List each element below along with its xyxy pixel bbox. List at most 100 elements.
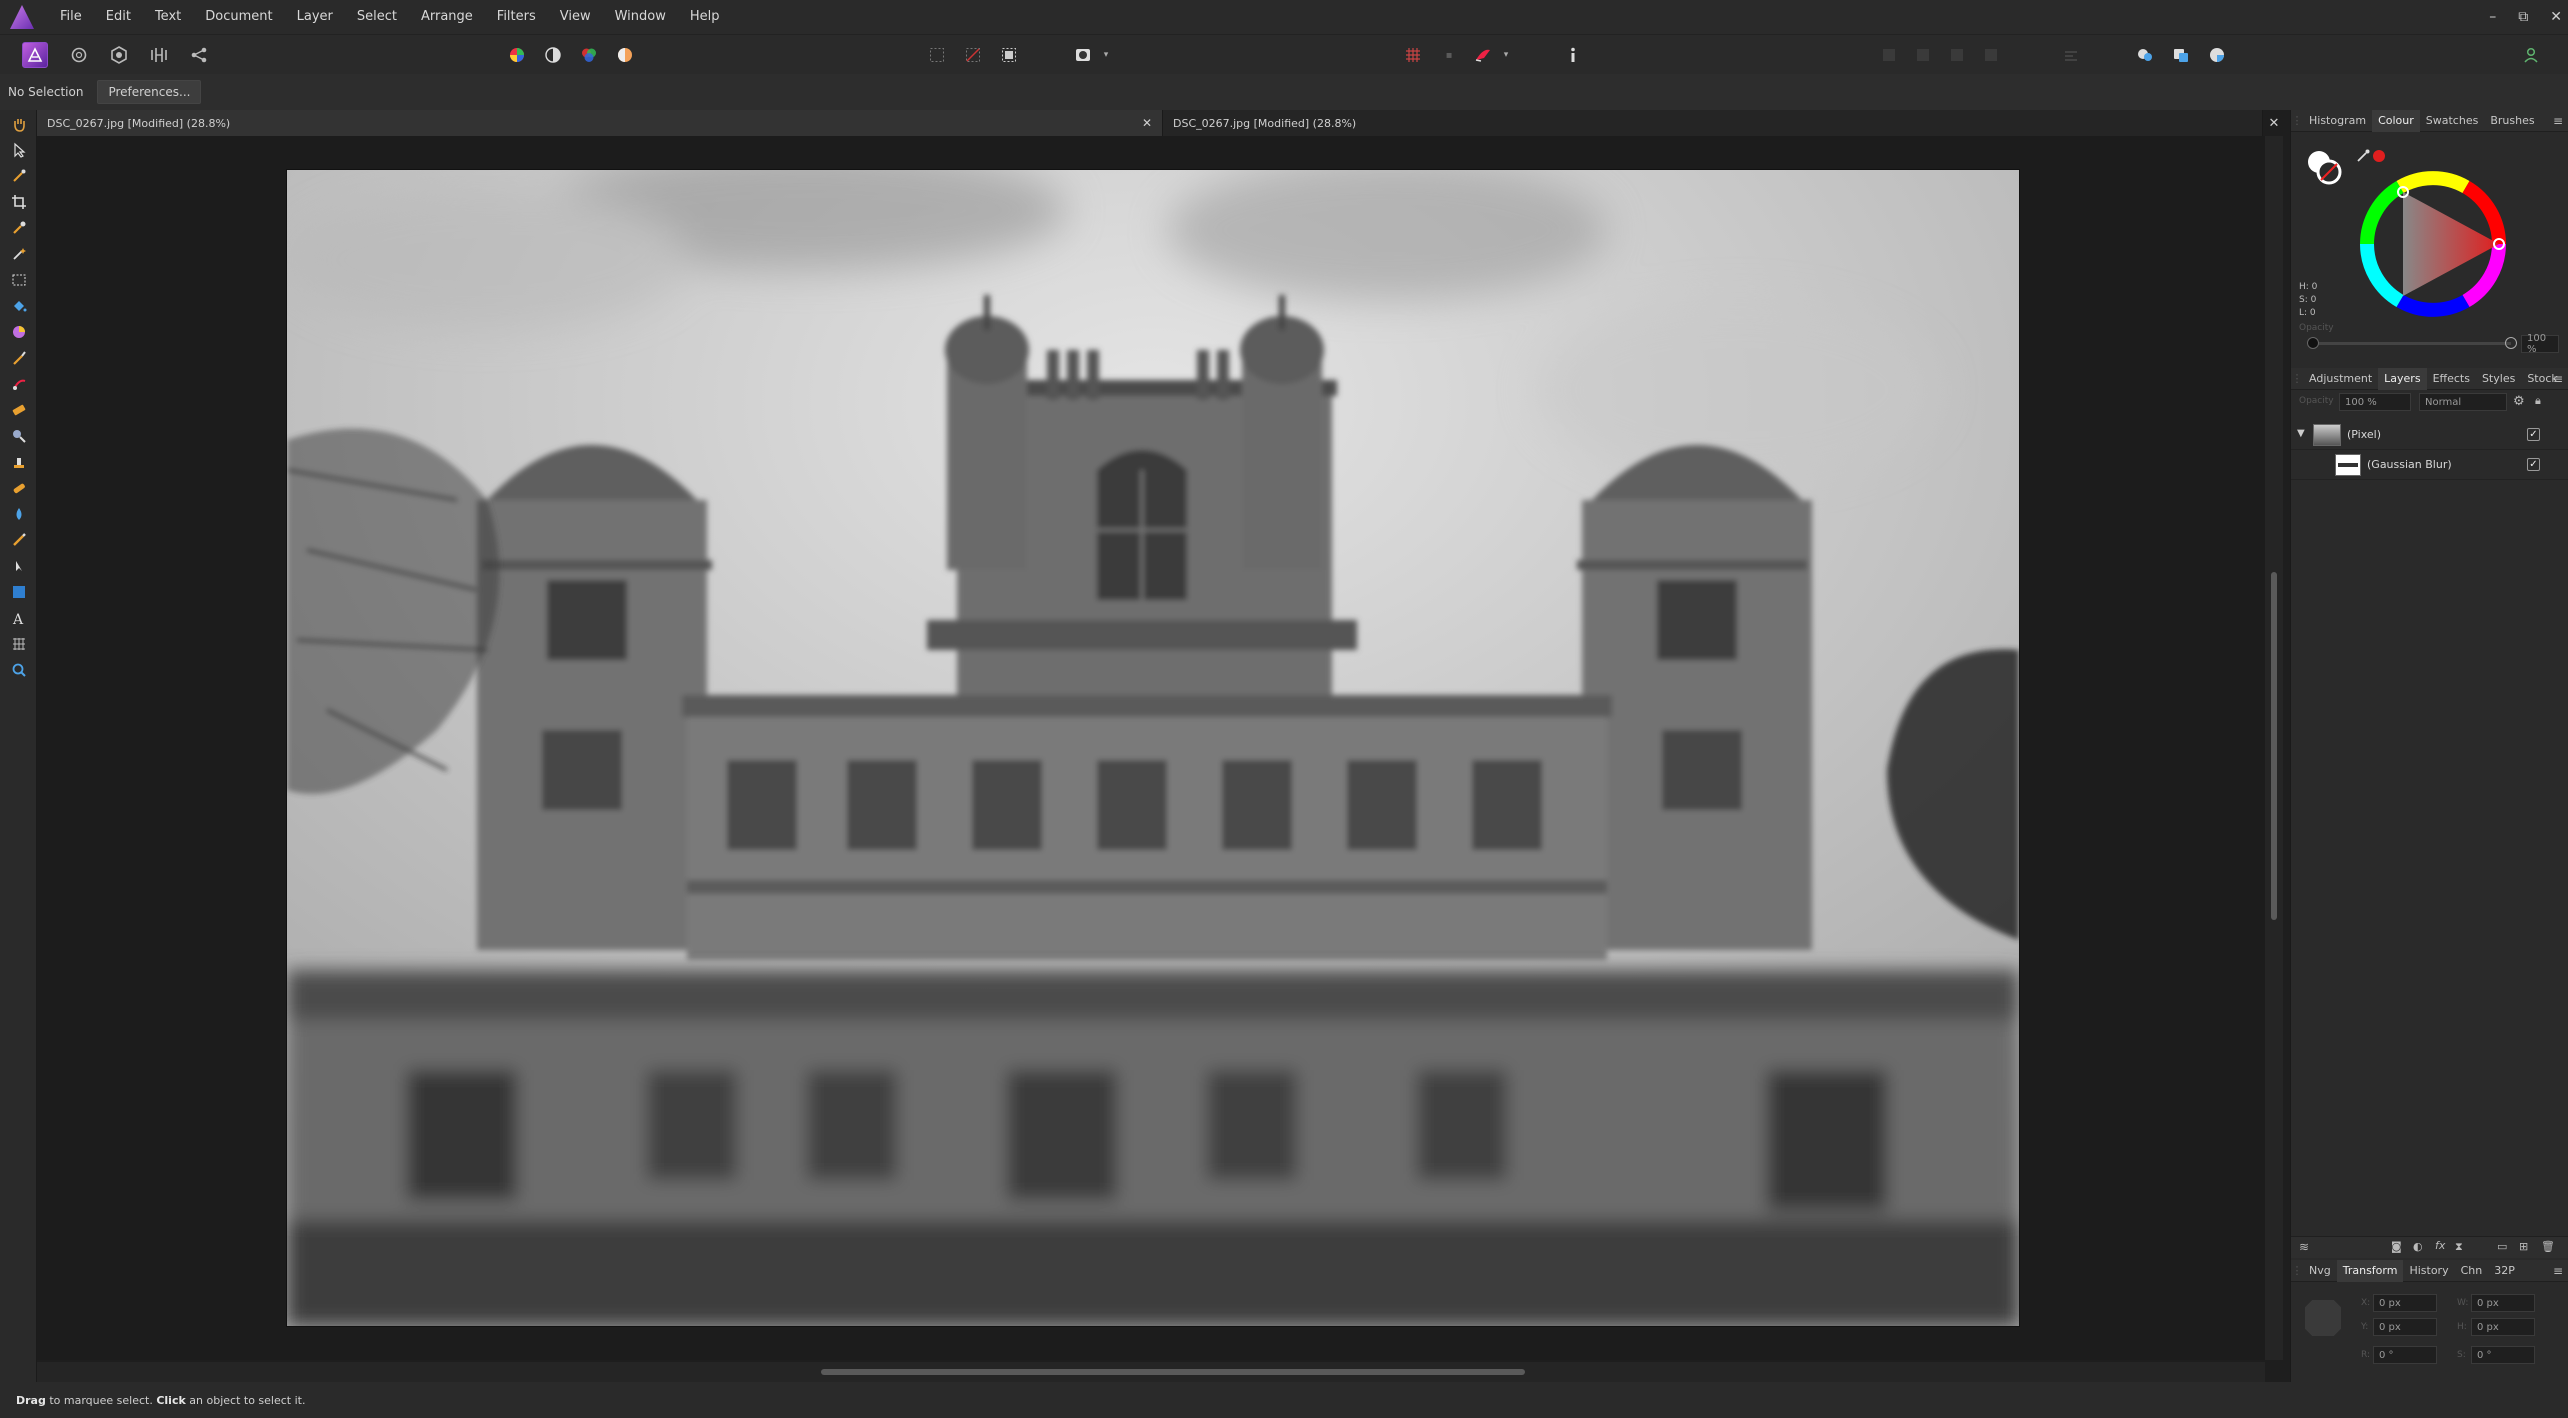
fx-icon[interactable]: fx bbox=[2435, 1239, 2445, 1252]
menu-window[interactable]: Window bbox=[603, 0, 678, 34]
align-button-4[interactable] bbox=[1978, 42, 2004, 68]
menu-text[interactable]: Text bbox=[143, 0, 193, 34]
tab-histogram[interactable]: Histogram bbox=[2303, 110, 2372, 132]
folder-icon[interactable]: ▭ bbox=[2497, 1240, 2507, 1253]
panel-menu-icon[interactable]: ≡ bbox=[2553, 1264, 2563, 1278]
blend-mode-select[interactable]: Normal bbox=[2419, 393, 2507, 411]
document-tab[interactable]: DSC_0267.jpg [Modified] (28.8%) bbox=[1163, 110, 2263, 136]
close-window-button[interactable]: ✕ bbox=[2550, 9, 2562, 25]
tab-colour[interactable]: Colour bbox=[2372, 109, 2420, 132]
dodge-tool[interactable] bbox=[6, 398, 32, 422]
w-field[interactable]: 0 px bbox=[2471, 1294, 2535, 1312]
h-field[interactable]: 0 px bbox=[2471, 1318, 2535, 1336]
panel-grip-icon[interactable]: ⋮ bbox=[2291, 372, 2303, 385]
layer-visibility-checkbox[interactable]: ✓ bbox=[2527, 428, 2540, 441]
export-persona-button[interactable] bbox=[186, 42, 212, 68]
mask-layer-icon[interactable]: ◙ bbox=[2391, 1240, 2402, 1253]
auto-white-balance-button[interactable] bbox=[612, 42, 638, 68]
align-button-2[interactable] bbox=[1910, 42, 1936, 68]
horizontal-scrollbar[interactable] bbox=[37, 1362, 2265, 1382]
boolean-add-button[interactable] bbox=[2132, 42, 2158, 68]
auto-colours-button[interactable] bbox=[576, 42, 602, 68]
tab-styles[interactable]: Styles bbox=[2476, 368, 2521, 390]
zoom-tool[interactable] bbox=[6, 658, 32, 682]
document-image[interactable] bbox=[287, 170, 2019, 1326]
panel-menu-icon[interactable]: ≡ bbox=[2553, 114, 2563, 128]
menu-filters[interactable]: Filters bbox=[485, 0, 548, 34]
align-button-1[interactable] bbox=[1876, 42, 1902, 68]
quick-mask-button[interactable] bbox=[1070, 42, 1096, 68]
lock-icon[interactable]: 🔒︎ bbox=[2535, 394, 2541, 408]
rotation-field[interactable]: 0 ° bbox=[2373, 1346, 2437, 1364]
trash-icon[interactable]: 🗑︎ bbox=[2541, 1240, 2555, 1253]
panel-menu-icon[interactable]: ≡ bbox=[2553, 372, 2563, 386]
shear-field[interactable]: 0 ° bbox=[2471, 1346, 2535, 1364]
tab-channels[interactable]: Chn bbox=[2455, 1260, 2489, 1282]
anchor-selector[interactable] bbox=[2305, 1300, 2341, 1336]
tab-transform[interactable]: Transform bbox=[2336, 1259, 2404, 1282]
vertical-scroll-thumb[interactable] bbox=[2271, 572, 2277, 920]
selection-brush-tool[interactable] bbox=[6, 216, 32, 240]
panel-grip-icon[interactable]: ⋮ bbox=[2291, 114, 2303, 127]
tab-effects[interactable]: Effects bbox=[2427, 368, 2476, 390]
gradient-tool[interactable] bbox=[6, 320, 32, 344]
menu-file[interactable]: File bbox=[48, 0, 94, 34]
tab-close-icon[interactable]: ✕ bbox=[1142, 116, 1152, 130]
info-button[interactable] bbox=[1560, 42, 1586, 68]
auto-contrast-button[interactable] bbox=[540, 42, 566, 68]
flood-select-tool[interactable] bbox=[6, 242, 32, 266]
menu-edit[interactable]: Edit bbox=[94, 0, 143, 34]
x-field[interactable]: 0 px bbox=[2373, 1294, 2437, 1312]
menu-arrange[interactable]: Arrange bbox=[409, 0, 485, 34]
align-button-3[interactable] bbox=[1944, 42, 1970, 68]
menu-layer[interactable]: Layer bbox=[285, 0, 345, 34]
marquee-tool[interactable] bbox=[6, 268, 32, 292]
tab-swatches[interactable]: Swatches bbox=[2420, 110, 2485, 132]
view-tool[interactable] bbox=[6, 112, 32, 136]
invert-selection-button[interactable] bbox=[996, 42, 1022, 68]
tone-mapping-persona-button[interactable] bbox=[146, 42, 172, 68]
menu-view[interactable]: View bbox=[548, 0, 603, 34]
menu-help[interactable]: Help bbox=[678, 0, 732, 34]
boolean-subtract-button[interactable] bbox=[2168, 42, 2194, 68]
account-button[interactable] bbox=[2518, 42, 2544, 68]
canvas-area[interactable] bbox=[37, 136, 2265, 1360]
clone-brush-tool[interactable] bbox=[6, 450, 32, 474]
preferences-button[interactable]: Preferences... bbox=[97, 80, 202, 104]
healing-brush-tool[interactable] bbox=[6, 476, 32, 500]
opacity-slider[interactable] bbox=[2311, 342, 2511, 345]
fill-stroke-swatch[interactable] bbox=[2305, 148, 2345, 192]
photo-persona-button[interactable] bbox=[22, 42, 48, 68]
layer-row-pixel[interactable]: ▼ (Pixel) ✓ bbox=[2291, 420, 2568, 450]
add-layer-icon[interactable]: ⊞ bbox=[2519, 1240, 2528, 1253]
panel-grip-icon[interactable]: ⋮ bbox=[2291, 1264, 2303, 1277]
adjustment-icon[interactable]: ◐ bbox=[2413, 1240, 2423, 1253]
menu-select[interactable]: Select bbox=[345, 0, 409, 34]
live-filter-icon[interactable]: ⧗ bbox=[2455, 1240, 2463, 1254]
colour-wheel[interactable] bbox=[2353, 164, 2513, 328]
layers-stack-icon[interactable]: ≋ bbox=[2299, 1240, 2309, 1254]
vertical-scrollbar[interactable] bbox=[2265, 136, 2283, 1360]
tab-layers[interactable]: Layers bbox=[2378, 367, 2427, 390]
quick-mask-dropdown-icon[interactable]: ▾ bbox=[1100, 42, 1112, 68]
layer-row-gaussian-blur[interactable]: (Gaussian Blur) ✓ bbox=[2291, 450, 2568, 480]
tab-navigator[interactable]: Nvg bbox=[2303, 1260, 2337, 1282]
node-tool[interactable] bbox=[6, 554, 32, 578]
snapping-options-button[interactable]: ▪ bbox=[1436, 42, 1462, 68]
smudge-tool[interactable] bbox=[6, 424, 32, 448]
mesh-warp-tool[interactable] bbox=[6, 632, 32, 656]
minimize-button[interactable]: – bbox=[2489, 9, 2496, 25]
levels-button[interactable] bbox=[504, 42, 530, 68]
tab-32p[interactable]: 32P bbox=[2488, 1260, 2521, 1282]
assistant-dropdown-icon[interactable]: ▾ bbox=[1500, 42, 1512, 68]
horizontal-scroll-thumb[interactable] bbox=[821, 1369, 1525, 1375]
paint-brush-tool[interactable] bbox=[6, 346, 32, 370]
menu-document[interactable]: Document bbox=[193, 0, 284, 34]
opacity-field[interactable]: 100 % bbox=[2521, 333, 2559, 355]
layer-opacity-field[interactable]: 100 % bbox=[2339, 393, 2411, 411]
tab-history[interactable]: History bbox=[2403, 1260, 2454, 1282]
expand-triangle-icon[interactable]: ▼ bbox=[2297, 428, 2305, 439]
flood-fill-tool[interactable] bbox=[6, 294, 32, 318]
opacity-slider-handle[interactable] bbox=[2307, 337, 2319, 349]
tab-brushes[interactable]: Brushes bbox=[2484, 110, 2540, 132]
